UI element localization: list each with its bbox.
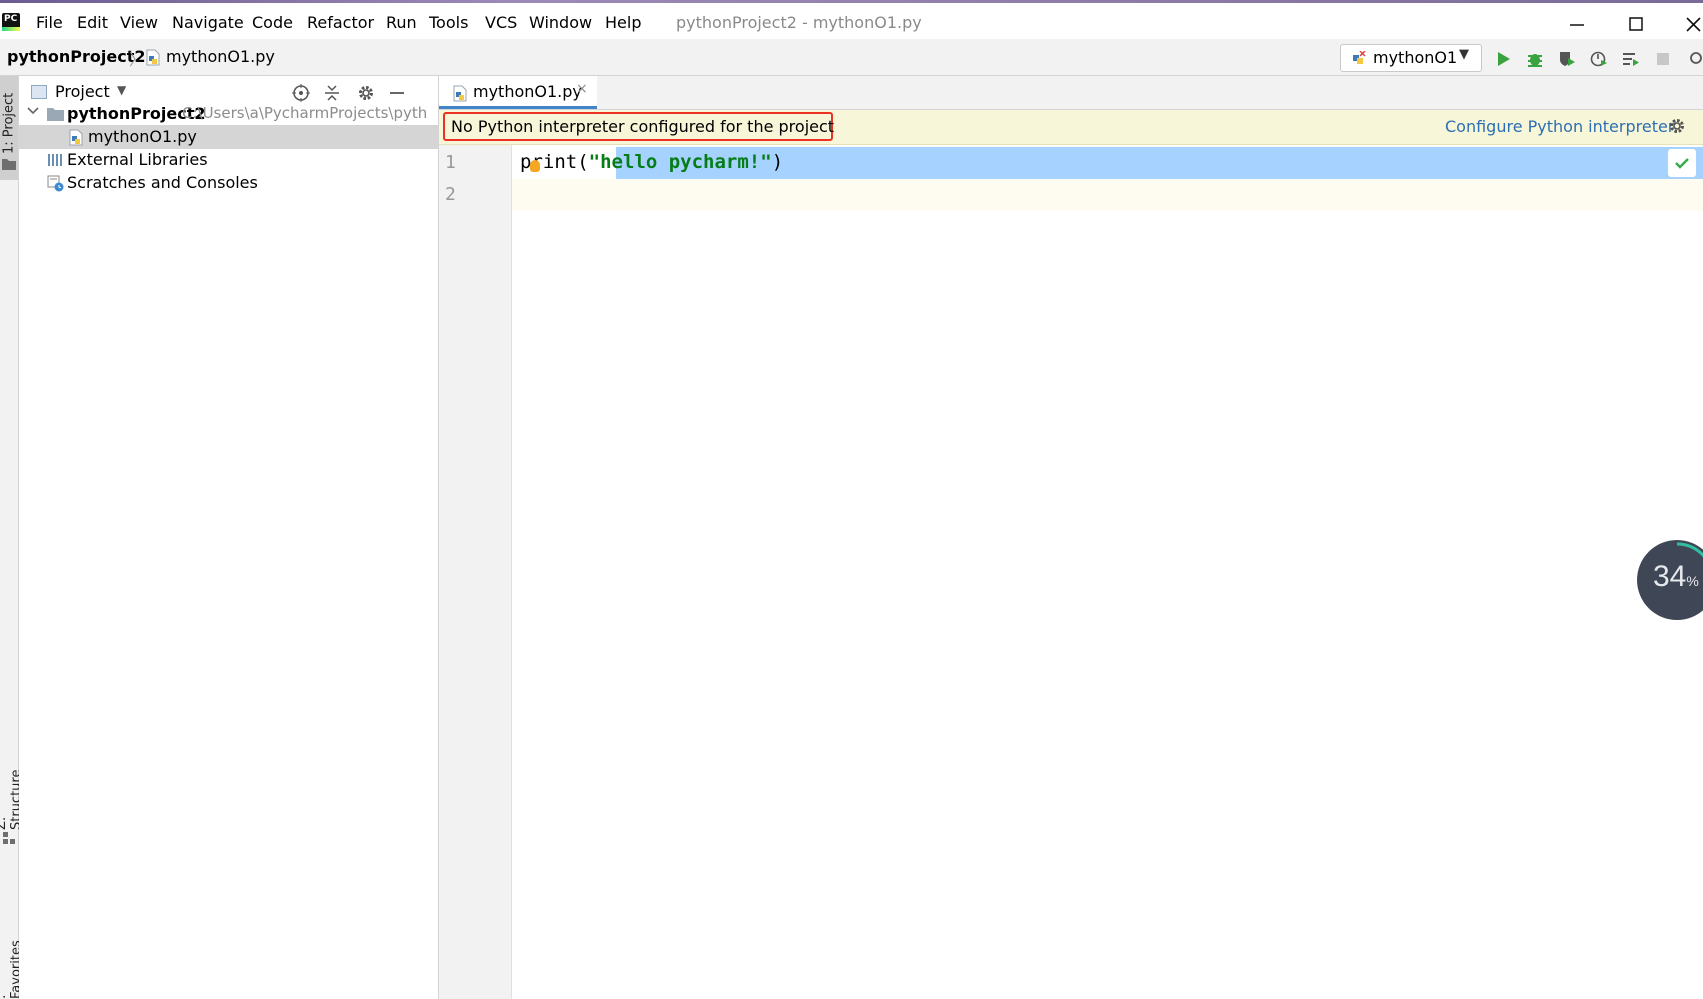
chevron-down-icon[interactable]: ▼ (117, 83, 126, 97)
concurrency-diagram-icon[interactable] (1622, 50, 1640, 68)
code-editor[interactable]: print("hello pycharm!") (512, 145, 1703, 999)
current-line-highlight (512, 179, 1703, 211)
stop-icon[interactable] (1654, 50, 1672, 68)
line-number: 1 (445, 152, 456, 173)
breadcrumb-project[interactable]: pythonProject2 (7, 47, 146, 66)
maximize-icon[interactable] (1616, 7, 1656, 41)
folder-icon (2, 159, 16, 170)
library-icon (48, 154, 62, 166)
left-tool-stripe: 1: Project Z: Structure : Favorites (0, 76, 24, 999)
editor-gutter: 1 2 (439, 145, 512, 999)
python-file-icon (69, 129, 83, 146)
tree-item-label: External Libraries (67, 150, 208, 169)
code-token-paren: ) (771, 151, 784, 173)
close-icon[interactable]: × (576, 81, 588, 97)
menu-vcs[interactable]: VCS (485, 13, 517, 32)
gear-icon[interactable] (356, 83, 376, 103)
debug-icon[interactable] (1526, 50, 1544, 68)
tree-item-label: Scratches and Consoles (67, 173, 258, 192)
tree-item-scratches[interactable]: Scratches and Consoles (19, 171, 438, 195)
editor-tab-label: mythonO1.py (473, 82, 582, 101)
chevron-down-icon[interactable] (27, 105, 39, 120)
progress-value: 34% (1653, 560, 1699, 593)
tool-window-favorites-label: : Favorites (0, 940, 24, 999)
editor-tab-bar: mythonO1.py × (439, 76, 1703, 110)
locate-file-icon[interactable] (291, 83, 311, 103)
active-tab-indicator (439, 106, 597, 109)
hide-panel-icon[interactable] (387, 83, 407, 103)
project-view-selector[interactable]: Project (55, 82, 110, 101)
python-run-config-icon (1353, 51, 1366, 64)
tree-item-external-libraries[interactable]: External Libraries (19, 148, 438, 172)
navigation-bar: pythonProject2 〉 mythonO1.py mythonO1 ▼ (0, 39, 1703, 76)
code-token-string: "hello pycharm!" (588, 151, 772, 173)
project-panel: Project ▼ pythonProject2 C:\Users\a\Pych… (19, 76, 439, 999)
tool-window-favorites-tab[interactable]: : Favorites (0, 931, 24, 999)
tool-window-structure-tab[interactable]: Z: Structure (0, 746, 24, 846)
tool-window-project-tab[interactable]: 1: Project (0, 76, 18, 180)
python-file-icon (453, 85, 467, 102)
banner-message: No Python interpreter configured for the… (451, 117, 835, 136)
tool-window-project-label: 1: Project (1, 92, 17, 154)
tree-item-project-root[interactable]: pythonProject2 C:\Users\a\PycharmProject… (19, 102, 438, 126)
menu-view[interactable]: View (120, 13, 158, 32)
run-configuration-label: mythonO1 (1373, 48, 1458, 67)
editor-tab-mythonO1[interactable]: mythonO1.py × (439, 76, 597, 109)
lightbulb-icon[interactable] (530, 160, 540, 172)
code-token-call: rint( (531, 151, 589, 173)
interpreter-warning-banner: No Python interpreter configured for the… (439, 110, 1703, 145)
menu-file[interactable]: File (36, 13, 63, 32)
progress-widget[interactable]: 34% (1637, 540, 1703, 620)
menu-tools[interactable]: Tools (429, 13, 468, 32)
window-title: pythonProject2 - mythonO1.py (676, 13, 922, 32)
menu-navigate[interactable]: Navigate (172, 13, 244, 32)
collapse-all-icon[interactable] (322, 83, 342, 103)
tree-item-file[interactable]: mythonO1.py (19, 125, 438, 149)
project-view-icon (31, 85, 47, 99)
breadcrumb-file[interactable]: mythonO1.py (166, 47, 275, 66)
close-window-icon[interactable] (1673, 7, 1703, 41)
project-path: C:\Users\a\PycharmProjects\pyth (182, 104, 428, 122)
pycharm-logo-icon: PC (2, 13, 20, 31)
tool-window-structure-label: Z: Structure (0, 769, 24, 830)
breadcrumb-separator: 〉 (129, 50, 146, 69)
configure-interpreter-link[interactable]: Configure Python interpreter (1445, 117, 1674, 136)
chevron-down-icon: ▼ (1459, 47, 1469, 62)
menu-run[interactable]: Run (386, 13, 417, 32)
run-with-coverage-icon[interactable] (1558, 50, 1576, 68)
menu-bar: PC File Edit View Navigate Code Refactor… (0, 3, 1703, 39)
menu-code[interactable]: Code (252, 13, 293, 32)
search-icon[interactable] (1686, 50, 1703, 68)
menu-help[interactable]: Help (605, 13, 641, 32)
checkmark-icon[interactable] (1668, 149, 1696, 177)
run-configuration-dropdown[interactable]: mythonO1 ▼ (1340, 44, 1482, 72)
menu-edit[interactable]: Edit (77, 13, 108, 32)
profile-icon[interactable] (1590, 50, 1608, 68)
menu-window[interactable]: Window (529, 13, 592, 32)
gear-icon[interactable] (1668, 117, 1686, 140)
folder-icon (47, 108, 64, 121)
run-icon[interactable] (1495, 50, 1513, 68)
line-number: 2 (445, 184, 456, 205)
minimize-icon[interactable] (1557, 7, 1597, 41)
scratches-icon (47, 175, 64, 192)
structure-icon (3, 832, 15, 844)
menu-refactor[interactable]: Refactor (307, 13, 374, 32)
tree-item-label: mythonO1.py (88, 127, 197, 146)
code-line-1[interactable]: print("hello pycharm!") (520, 151, 783, 173)
python-file-icon (146, 49, 160, 66)
